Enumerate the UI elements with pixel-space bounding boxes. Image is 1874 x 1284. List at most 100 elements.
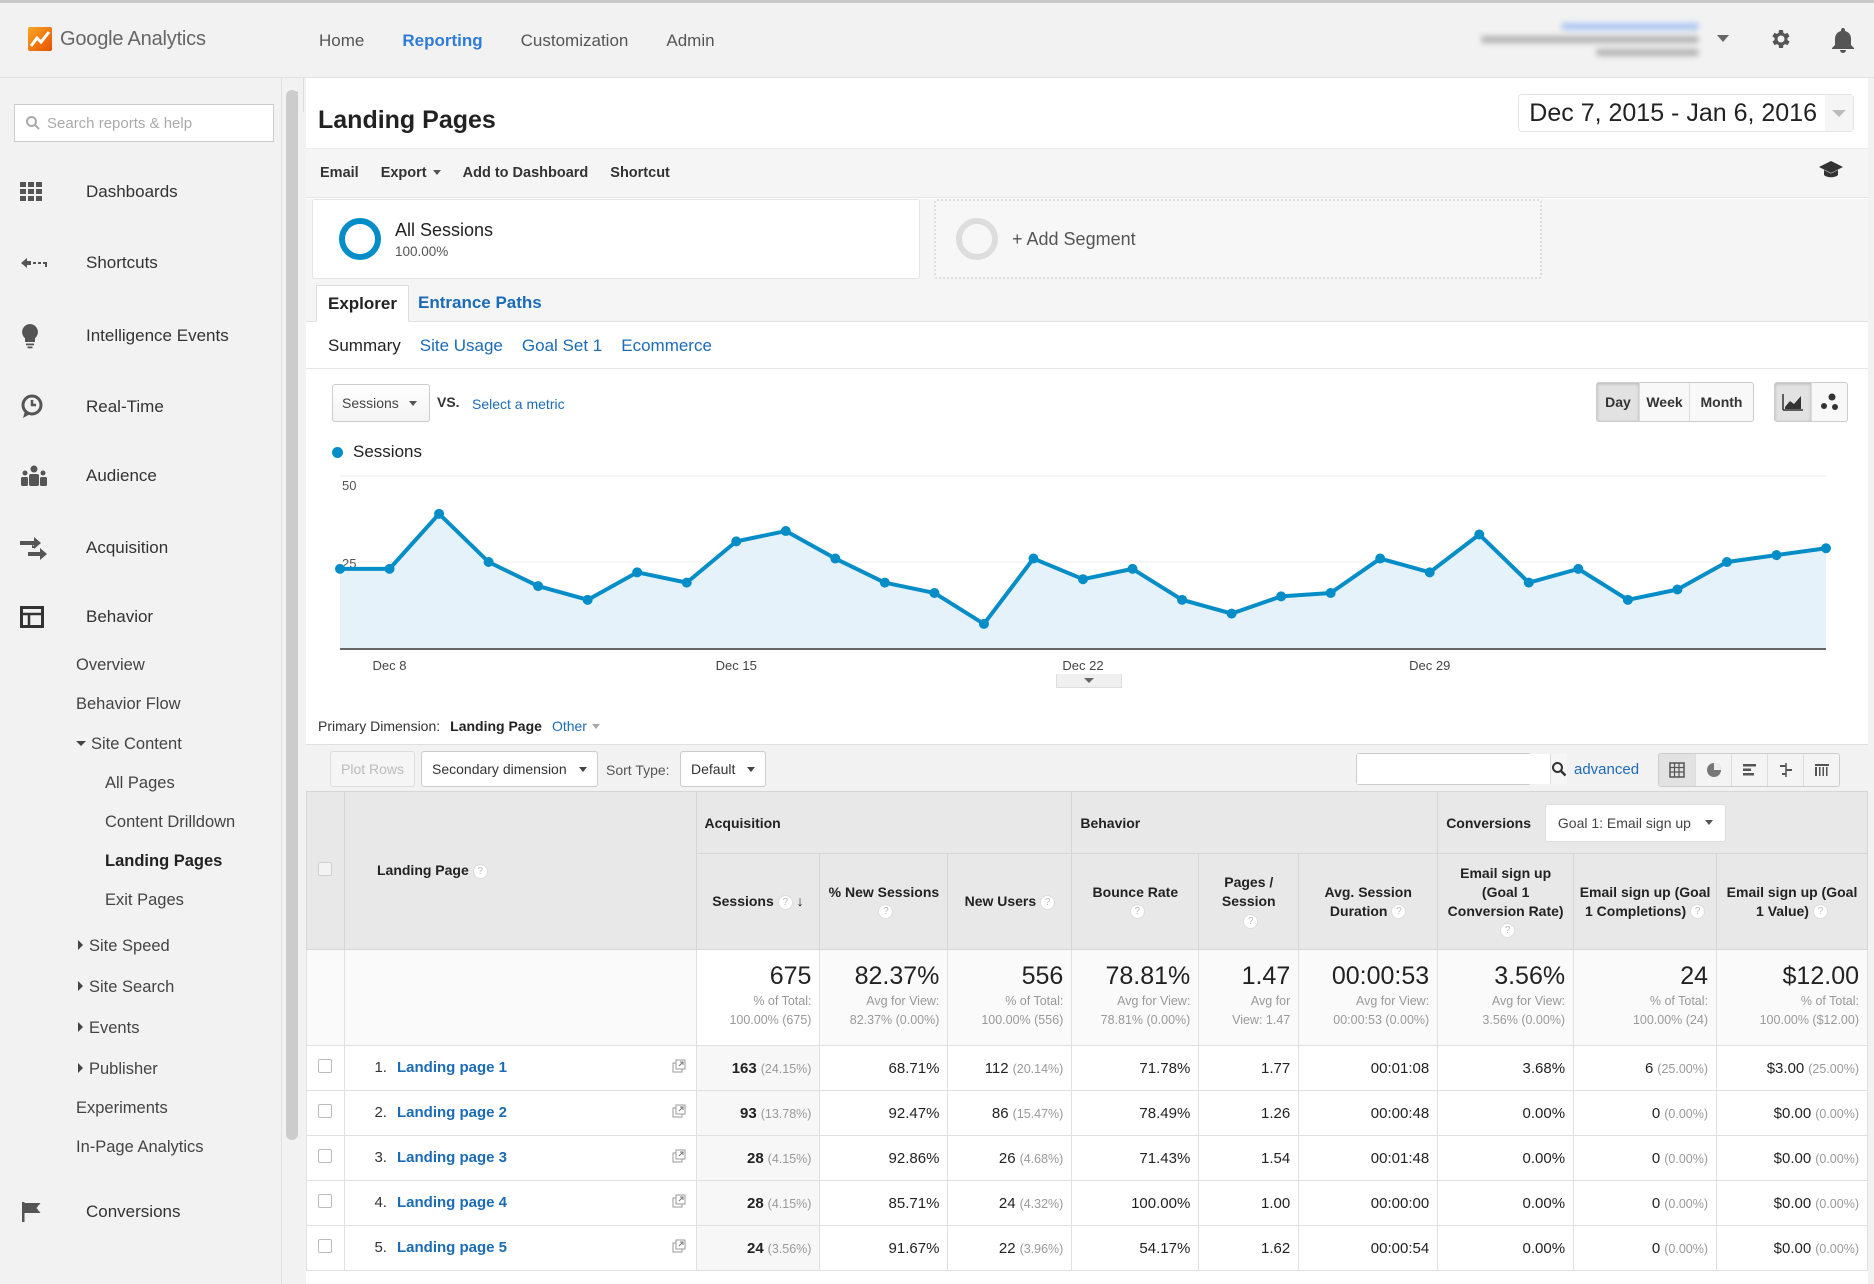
performance-view-icon[interactable] xyxy=(1731,754,1767,786)
col-sessions[interactable]: Sessions? ↓ xyxy=(695,853,821,950)
data-point[interactable] xyxy=(384,563,395,574)
plot-rows-button[interactable]: Plot Rows xyxy=(330,751,416,787)
data-point[interactable] xyxy=(1226,608,1237,619)
sidebar-search[interactable] xyxy=(14,104,274,142)
open-external-icon[interactable] xyxy=(672,1239,686,1257)
nav-home[interactable]: Home xyxy=(300,3,383,81)
sidebar-item-behavior[interactable]: Behavior xyxy=(20,606,153,628)
data-point[interactable] xyxy=(434,508,445,519)
nav-admin[interactable]: Admin xyxy=(647,3,733,81)
help-icon[interactable]: ? xyxy=(1040,894,1056,910)
sort-type-select[interactable]: Default xyxy=(680,751,767,787)
col-pages-per-session[interactable]: Pages / Session? xyxy=(1198,853,1300,950)
row-checkbox[interactable] xyxy=(318,1104,333,1118)
col-new-users[interactable]: New Users? xyxy=(947,853,1073,950)
data-point[interactable] xyxy=(1474,529,1485,540)
data-point[interactable] xyxy=(1177,594,1188,605)
pivot-view-icon[interactable] xyxy=(1803,754,1839,786)
sidebar-sub-landing-pages[interactable]: Landing Pages xyxy=(105,852,222,871)
export-button[interactable]: Export xyxy=(381,165,441,181)
help-icon[interactable]: ? xyxy=(878,904,894,920)
date-range-picker[interactable]: Dec 7, 2015 - Jan 6, 2016 xyxy=(1518,94,1854,132)
graduation-cap-icon[interactable] xyxy=(1818,160,1844,185)
sidebar-item-dashboards[interactable]: Dashboards xyxy=(20,182,178,202)
help-icon[interactable]: ? xyxy=(777,894,793,910)
help-icon[interactable]: ? xyxy=(472,863,488,879)
data-point[interactable] xyxy=(929,587,940,598)
sidebar-sub-behavior-flow[interactable]: Behavior Flow xyxy=(76,695,181,714)
tab-explorer[interactable]: Explorer xyxy=(316,285,409,322)
data-point[interactable] xyxy=(1721,557,1732,567)
search-input[interactable] xyxy=(47,114,267,132)
metric-select[interactable]: Sessions xyxy=(332,384,430,422)
data-point[interactable] xyxy=(1276,591,1287,602)
sidebar-item-intelligence-events[interactable]: Intelligence Events xyxy=(20,323,229,349)
help-icon[interactable]: ? xyxy=(1391,904,1407,920)
account-selector-blurred[interactable] xyxy=(1469,17,1699,67)
dimension-header[interactable]: Landing Page? xyxy=(343,791,697,950)
open-external-icon[interactable] xyxy=(672,1194,686,1212)
data-point[interactable] xyxy=(731,536,742,547)
logo[interactable]: Google Analytics xyxy=(28,27,206,51)
row-checkbox[interactable] xyxy=(318,1149,333,1163)
data-point[interactable] xyxy=(1821,543,1831,554)
data-point[interactable] xyxy=(483,557,494,567)
account-caret-icon[interactable] xyxy=(1717,35,1729,42)
sidebar-sub-site-content[interactable]: Site Content xyxy=(76,735,182,754)
col-avg-session-duration[interactable]: Avg. Session Duration? xyxy=(1298,853,1439,950)
shortcut-button[interactable]: Shortcut xyxy=(610,165,670,181)
email-button[interactable]: Email xyxy=(320,165,359,181)
chart-resize-handle[interactable] xyxy=(1056,674,1122,688)
open-external-icon[interactable] xyxy=(672,1149,686,1167)
goal-select[interactable]: Goal 1: Email sign up xyxy=(1544,803,1726,842)
subtab-site-usage[interactable]: Site Usage xyxy=(420,336,503,356)
secondary-dimension-select[interactable]: Secondary dimension xyxy=(421,751,598,787)
nav-reporting[interactable]: Reporting xyxy=(383,3,501,82)
sidebar-sub-events[interactable]: Events xyxy=(78,1019,139,1038)
gear-icon[interactable] xyxy=(1768,27,1792,56)
data-point[interactable] xyxy=(1325,587,1336,598)
pie-view-icon[interactable] xyxy=(1695,754,1731,786)
add-to-dashboard-button[interactable]: Add to Dashboard xyxy=(463,165,589,181)
col-goal1-completions[interactable]: Email sign up (Goal 1 Completions)? xyxy=(1573,853,1718,950)
sidebar-sub-overview[interactable]: Overview xyxy=(76,656,145,675)
sidebar-item-acquisition[interactable]: Acquisition xyxy=(20,535,168,561)
primary-dimension-current[interactable]: Landing Page xyxy=(450,718,542,734)
nav-customization[interactable]: Customization xyxy=(502,3,648,81)
primary-dimension-other[interactable]: Other xyxy=(552,718,600,734)
open-external-icon[interactable] xyxy=(672,1059,686,1077)
sidebar-sub-exit-pages[interactable]: Exit Pages xyxy=(105,891,184,910)
landing-page-link[interactable]: Landing page 3 xyxy=(397,1149,507,1166)
data-point[interactable] xyxy=(1028,553,1039,564)
data-point[interactable] xyxy=(1523,577,1534,588)
data-point[interactable] xyxy=(1078,574,1088,585)
granularity-week[interactable]: Week xyxy=(1639,383,1689,421)
data-point[interactable] xyxy=(1573,563,1584,574)
data-point[interactable] xyxy=(830,553,841,564)
add-segment-button[interactable]: + Add Segment xyxy=(934,199,1542,279)
sidebar-item-real-time[interactable]: Real-Time xyxy=(20,394,164,420)
sidebar-sub-all-pages[interactable]: All Pages xyxy=(105,774,175,793)
sidebar-sub-experiments[interactable]: Experiments xyxy=(76,1099,168,1118)
granularity-day[interactable]: Day xyxy=(1597,383,1639,421)
open-external-icon[interactable] xyxy=(672,1104,686,1122)
select-metric-link[interactable]: Select a metric xyxy=(472,396,565,412)
help-icon[interactable]: ? xyxy=(1129,904,1145,920)
data-point[interactable] xyxy=(978,618,989,629)
col-new-sessions[interactable]: % New Sessions? xyxy=(819,853,949,950)
sidebar-item-conversions[interactable]: Conversions xyxy=(20,1201,181,1223)
data-point[interactable] xyxy=(681,577,692,588)
row-checkbox[interactable] xyxy=(318,1194,333,1208)
bell-icon[interactable] xyxy=(1830,26,1856,59)
help-icon[interactable]: ? xyxy=(1243,913,1259,929)
data-point[interactable] xyxy=(582,594,593,605)
subtab-goal-set-1[interactable]: Goal Set 1 xyxy=(522,336,602,356)
sidebar-sub-publisher[interactable]: Publisher xyxy=(78,1060,158,1079)
landing-page-link[interactable]: Landing page 4 xyxy=(397,1194,507,1211)
data-point[interactable] xyxy=(780,526,791,537)
sidebar-sub-in-page-analytics[interactable]: In-Page Analytics xyxy=(76,1138,204,1157)
data-point[interactable] xyxy=(1622,594,1633,605)
data-point[interactable] xyxy=(1424,567,1435,578)
sidebar-scrollbar[interactable] xyxy=(286,90,298,1140)
sidebar-item-shortcuts[interactable]: Shortcuts xyxy=(20,253,158,273)
